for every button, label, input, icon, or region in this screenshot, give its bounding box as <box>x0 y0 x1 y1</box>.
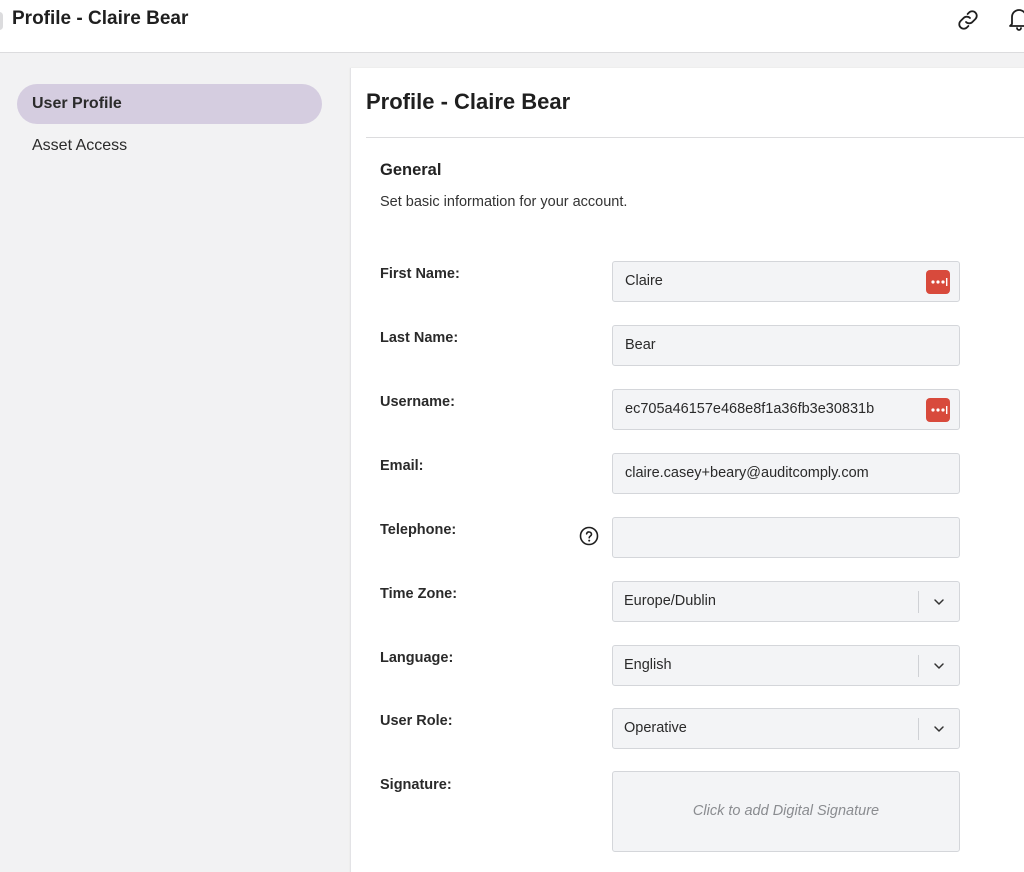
bell-icon[interactable] <box>1008 7 1024 31</box>
username-label: Username: <box>380 394 455 410</box>
signature-label: Signature: <box>380 777 452 793</box>
panel-title: Profile - Claire Bear <box>366 89 571 114</box>
first-name-field[interactable]: Claire <box>612 261 960 302</box>
language-value: English <box>624 657 672 673</box>
language-select[interactable]: English <box>612 645 960 686</box>
chevron-down-icon[interactable] <box>933 596 945 608</box>
last-name-field[interactable]: Bear <box>612 325 960 366</box>
last-name-value: Bear <box>625 337 656 353</box>
sidebar-item-asset-access[interactable]: Asset Access <box>17 126 322 166</box>
username-field[interactable]: ec705a46157e468e8f1a36fb3e30831b <box>612 389 960 430</box>
top-bar: Profile - Claire Bear <box>0 0 1024 53</box>
time-zone-value: Europe/Dublin <box>624 593 716 609</box>
select-divider <box>918 655 919 677</box>
time-zone-select[interactable]: Europe/Dublin <box>612 581 960 622</box>
last-name-label: Last Name: <box>380 330 459 346</box>
sidebar-item-user-profile[interactable]: User Profile <box>17 84 322 124</box>
profile-panel: Profile - Claire Bear General Set basic … <box>350 68 1024 872</box>
email-field[interactable]: claire.casey+beary@auditcomply.com <box>612 453 960 494</box>
time-zone-label: Time Zone: <box>380 586 458 602</box>
email-label: Email: <box>380 458 424 474</box>
first-name-value: Claire <box>625 273 663 289</box>
chevron-down-icon[interactable] <box>933 723 945 735</box>
telephone-label: Telephone: <box>380 522 457 538</box>
username-value: ec705a46157e468e8f1a36fb3e30831b <box>625 401 875 417</box>
title-divider <box>366 137 1024 138</box>
email-value: claire.casey+beary@auditcomply.com <box>625 465 869 481</box>
first-name-label: First Name: <box>380 266 460 282</box>
user-role-select[interactable]: Operative <box>612 708 960 749</box>
help-icon[interactable] <box>579 526 599 546</box>
link-icon[interactable] <box>956 8 980 32</box>
section-title: General <box>380 161 442 179</box>
chevron-down-icon[interactable] <box>933 660 945 672</box>
page-title: Profile - Claire Bear <box>12 8 189 29</box>
select-divider <box>918 718 919 740</box>
password-manager-icon[interactable] <box>926 270 950 294</box>
password-manager-icon[interactable] <box>926 398 950 422</box>
sidebar: User Profile Asset Access <box>0 54 336 872</box>
user-role-value: Operative <box>624 720 687 736</box>
signature-pad[interactable]: Click to add Digital Signature <box>612 771 960 852</box>
user-role-label: User Role: <box>380 713 453 729</box>
select-divider <box>918 591 919 613</box>
section-description: Set basic information for your account. <box>380 194 628 210</box>
telephone-field[interactable] <box>612 517 960 558</box>
language-label: Language: <box>380 650 454 666</box>
back-tab-edge[interactable] <box>0 12 3 30</box>
